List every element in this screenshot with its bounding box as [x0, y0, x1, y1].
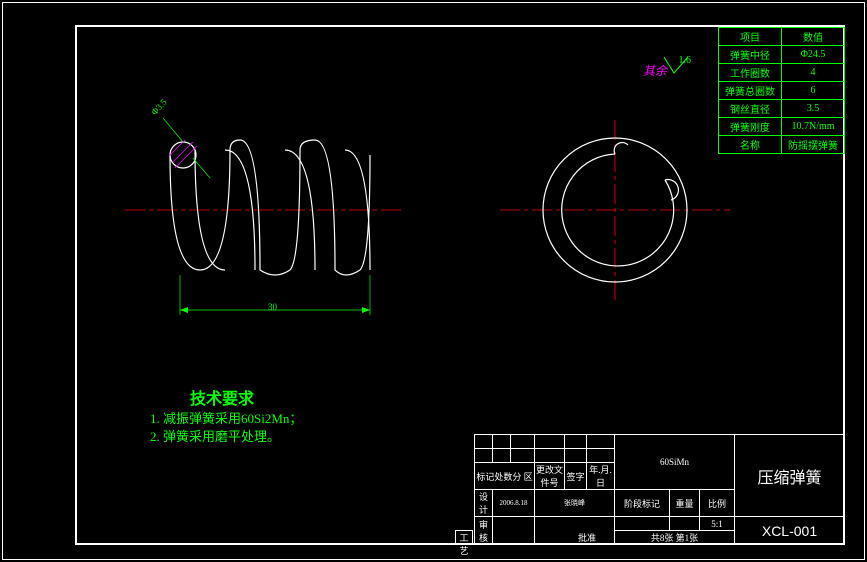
tech-req-2: 2. 弹簧采用磨平处理。 — [150, 426, 280, 445]
spec-table: 项目数值 弹簧中径Φ24.5 工作圈数4 弹簧总圈数6 钢丝直径3.5 弹簧刚度… — [718, 27, 845, 154]
part-name-cell: 压缩弹簧 — [735, 435, 845, 517]
spring-side-view — [125, 100, 405, 340]
spring-top-view — [500, 110, 730, 310]
tech-req-title: 技术要求 — [190, 385, 254, 409]
tech-req-1: 1. 减振弹簧采用60Si2Mn； — [150, 408, 302, 427]
part-number-cell: XCL-001 — [735, 517, 845, 545]
material-cell: 60SiMn — [615, 435, 735, 490]
length-dim: 30 — [268, 302, 277, 312]
roughness-value: 1.6 — [679, 55, 692, 66]
title-block: 60SiMn 压缩弹簧 标记处数分 区 更改文件号签字年.月.日 设计2006.… — [474, 434, 845, 545]
